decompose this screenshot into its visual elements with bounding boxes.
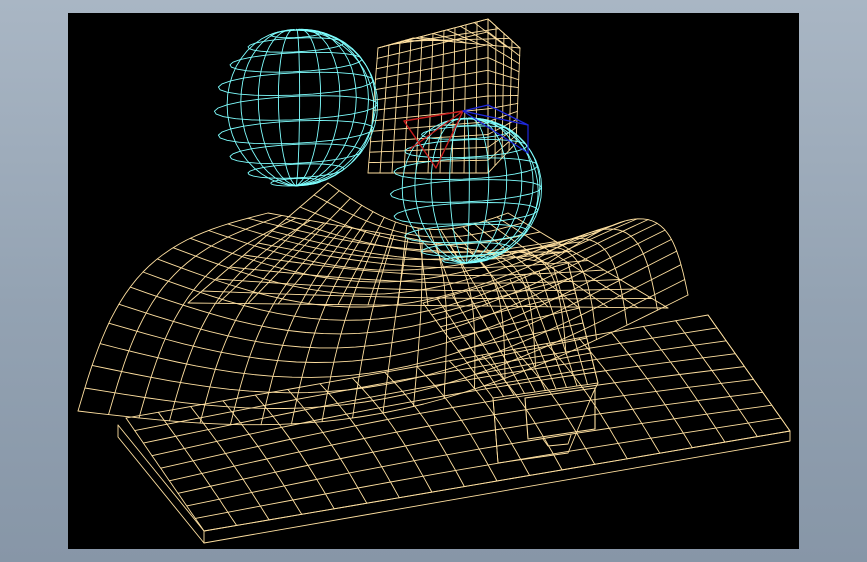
- viewport-background: [68, 13, 799, 549]
- cad-3d-viewport[interactable]: [68, 13, 799, 549]
- block-side-v-line: [487, 95, 519, 97]
- wireframe-scene[interactable]: [68, 13, 799, 549]
- app-window-frame: [0, 0, 867, 562]
